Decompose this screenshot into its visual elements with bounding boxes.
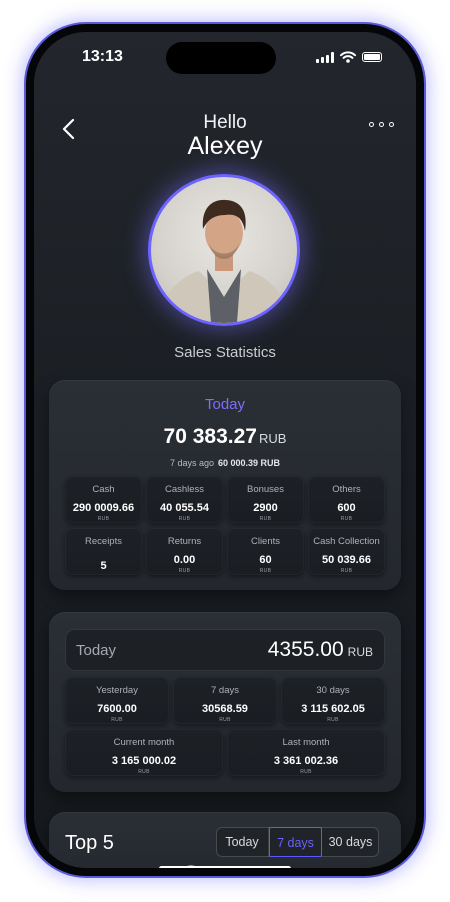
status-time: 13:13 bbox=[82, 48, 123, 65]
tile-label: Returns bbox=[167, 536, 202, 547]
tile-unit: RUB bbox=[300, 769, 312, 775]
seven-days-ago: 7 days ago 60 000.39 RUB bbox=[49, 458, 401, 468]
tile-unit: RUB bbox=[259, 568, 272, 574]
tile-unit: RUB bbox=[178, 568, 191, 574]
tab-7-days[interactable]: 7 days bbox=[269, 827, 322, 857]
tile-value: 2900 bbox=[253, 502, 278, 514]
field-label: Today bbox=[76, 642, 117, 659]
today-total-value: 70 383.27 bbox=[163, 425, 257, 448]
field-currency: RUB bbox=[347, 645, 373, 659]
tile-value: 30568.59 bbox=[202, 703, 248, 715]
tile-yesterday[interactable]: Yesterday 7600.00 RUB bbox=[65, 677, 169, 724]
tile-unit: RUB bbox=[259, 516, 272, 522]
tile-unit: RUB bbox=[219, 717, 231, 723]
avatar[interactable] bbox=[148, 174, 300, 326]
today-total: 70 383.27 RUB bbox=[49, 425, 401, 449]
status-bar: 13:13 bbox=[34, 32, 416, 88]
avatar-portrait bbox=[159, 199, 289, 323]
section-title: Sales Statistics bbox=[174, 344, 276, 361]
tile-7-days[interactable]: 7 days 30568.59 RUB bbox=[173, 677, 277, 724]
tile-label: Cash bbox=[92, 484, 115, 495]
today-label: Today bbox=[204, 396, 246, 413]
tile-value: 3 165 000.02 bbox=[111, 755, 177, 767]
tile-value: 290 0009.66 bbox=[72, 502, 135, 514]
tile-value: 7600.00 bbox=[97, 703, 137, 715]
top5-title: Top 5 bbox=[65, 832, 114, 854]
today-amount-field[interactable]: Today 4355.00 RUB bbox=[65, 629, 385, 671]
top5-card: Top 5 Today 7 days 30 days bbox=[49, 812, 401, 868]
tile-clients[interactable]: Clients 60 RUB bbox=[227, 528, 304, 575]
ago-value: 60 000.39 RUB bbox=[218, 458, 281, 468]
tile-value: 40 055.54 bbox=[160, 502, 209, 514]
tile-30-days[interactable]: 30 days 3 115 602.05 RUB bbox=[281, 677, 385, 724]
tile-others[interactable]: Others 600 RUB bbox=[308, 476, 385, 523]
today-summary-card: Today 70 383.27 RUB 7 days ago 60 000.39 R… bbox=[49, 380, 401, 590]
home-indicator[interactable] bbox=[159, 866, 291, 868]
tile-unit: RUB bbox=[178, 516, 191, 522]
period-selector: Today 7 days 30 days bbox=[216, 827, 379, 857]
tile-receipts[interactable]: Receipts 5 bbox=[65, 528, 142, 575]
period-card: Today 4355.00 RUB Yesterday 7600.00 RUB 7… bbox=[49, 612, 401, 792]
field-value: 4355.00 bbox=[267, 638, 344, 661]
tile-value: 3 361 002.36 bbox=[273, 755, 339, 767]
tile-label: Bonuses bbox=[247, 484, 284, 495]
phone-frame: 13:13 Hello Alexey Sales Statistics Toda… bbox=[26, 24, 424, 876]
battery-icon bbox=[362, 52, 382, 62]
tile-returns[interactable]: Returns 0.00 RUB bbox=[146, 528, 223, 575]
tile-label: Last month bbox=[282, 737, 330, 748]
tile-unit: RUB bbox=[97, 516, 110, 522]
tile-value: 5 bbox=[100, 560, 107, 572]
tile-label: 7 days bbox=[211, 685, 239, 696]
tile-value: 3 115 602.05 bbox=[301, 703, 365, 715]
tile-bonuses[interactable]: Bonuses 2900 RUB bbox=[227, 476, 304, 523]
tile-current-month[interactable]: Current month 3 165 000.02 RUB bbox=[65, 729, 223, 776]
tile-cash[interactable]: Cash 290 0009.66 RUB bbox=[65, 476, 142, 523]
wifi-icon bbox=[340, 51, 356, 63]
tile-value: 60 bbox=[259, 554, 272, 566]
tile-label: Clients bbox=[250, 536, 281, 547]
tile-cash-collection[interactable]: Cash Collection 50 039.66 RUB bbox=[308, 528, 385, 575]
screen: 13:13 Hello Alexey Sales Statistics Toda… bbox=[34, 32, 416, 868]
tab-today[interactable]: Today bbox=[216, 827, 269, 857]
tile-label: Receipts bbox=[85, 536, 122, 547]
greeting: Hello bbox=[203, 112, 247, 133]
tile-unit: RUB bbox=[340, 568, 353, 574]
tile-unit: RUB bbox=[340, 516, 353, 522]
signal-icon bbox=[316, 51, 334, 63]
tile-unit: RUB bbox=[138, 769, 150, 775]
tile-label: Cashless bbox=[164, 484, 205, 495]
tab-30-days[interactable]: 30 days bbox=[322, 827, 379, 857]
dynamic-island bbox=[166, 42, 276, 74]
status-icons bbox=[316, 51, 382, 63]
tile-value: 600 bbox=[337, 502, 356, 514]
tile-value: 0.00 bbox=[173, 554, 196, 566]
tile-unit: RUB bbox=[111, 717, 123, 723]
user-name: Alexey bbox=[187, 132, 263, 160]
field-value-wrap: 4355.00 RUB bbox=[268, 638, 373, 662]
ago-label: 7 days ago bbox=[169, 458, 214, 468]
tile-label: Current month bbox=[113, 737, 175, 748]
tile-label: Cash Collection bbox=[313, 536, 380, 547]
tile-unit: RUB bbox=[327, 717, 339, 723]
tile-cashless[interactable]: Cashless 40 055.54 RUB bbox=[146, 476, 223, 523]
tile-label: Yesterday bbox=[96, 685, 138, 696]
today-total-currency: RUB bbox=[258, 431, 287, 446]
tile-label: Others bbox=[332, 484, 361, 495]
tile-last-month[interactable]: Last month 3 361 002.36 RUB bbox=[227, 729, 385, 776]
tile-label: 30 days bbox=[316, 685, 350, 696]
tile-value: 50 039.66 bbox=[322, 554, 371, 566]
